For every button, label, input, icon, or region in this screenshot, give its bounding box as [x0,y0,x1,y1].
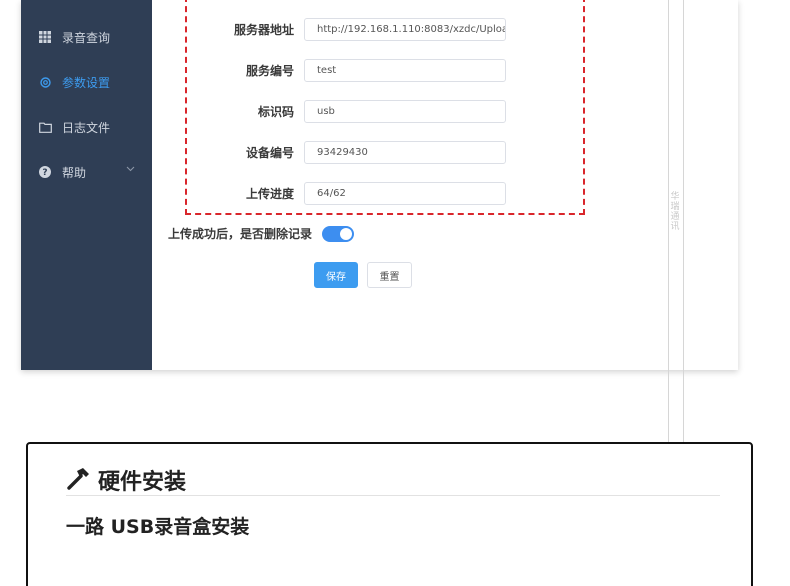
service-number-row: 服务编号 test [152,58,506,82]
sidebar-item-recordings[interactable]: 录音查询 [21,22,152,52]
gear-icon [38,75,52,89]
save-button[interactable]: 保存 [314,262,358,288]
side-note: 华瑞通讯 [670,192,680,232]
delete-after-upload-row: 上传成功后，是否删除记录 [168,225,355,242]
upload-progress-input[interactable]: 64/62 [304,181,506,205]
card-title: 硬件安装 [98,469,187,495]
server-address-input[interactable]: http://192.168.1.110:8083/xzdc/Upload [304,17,506,41]
delete-after-upload-toggle[interactable] [322,225,355,242]
hardware-install-card: 硬件安装 一路 USB录音盒安装 [26,442,753,586]
identifier-input[interactable]: usb [304,99,506,123]
card-header: 硬件安装 [66,464,720,496]
upload-progress-row: 上传进度 64/62 [152,181,506,205]
server-address-row: 服务器地址 http://192.168.1.110:8083/xzdc/Upl… [152,17,506,41]
settings-panel: 服务器地址 http://192.168.1.110:8083/xzdc/Upl… [152,0,738,370]
service-number-label: 服务编号 [245,63,294,78]
sidebar-item-label: 参数设置 [62,75,111,90]
delete-after-upload-label: 上传成功后，是否删除记录 [168,227,313,241]
grid-icon [38,30,52,44]
svg-text:?: ? [42,168,47,178]
device-number-row: 设备编号 93429430 [152,140,506,164]
identifier-row: 标识码 usb [152,99,506,123]
sidebar-item-logs[interactable]: 日志文件 [21,112,152,142]
device-number-input[interactable]: 93429430 [304,140,506,164]
sidebar: 录音查询 参数设置 日志文件 ? 帮助 [21,0,152,370]
hammer-icon [66,466,92,494]
app-screenshot: 录音查询 参数设置 日志文件 ? 帮助 服务器地址 http://192.168… [21,0,738,370]
sidebar-item-help[interactable]: ? 帮助 [21,157,152,187]
server-address-label: 服务器地址 [233,22,294,37]
sidebar-item-label: 录音查询 [62,30,111,45]
sidebar-item-settings[interactable]: 参数设置 [21,67,152,97]
help-icon: ? [38,165,52,179]
chevron-down-icon [126,165,135,175]
toggle-knob [340,227,353,240]
identifier-label: 标识码 [257,104,294,119]
sidebar-item-label: 帮助 [62,165,87,180]
upload-progress-label: 上传进度 [245,186,294,201]
card-subtitle: 一路 USB录音盒安装 [66,516,250,538]
folder-icon [38,120,52,134]
sidebar-item-label: 日志文件 [62,120,111,135]
service-number-input[interactable]: test [304,58,506,82]
device-number-label: 设备编号 [245,145,294,160]
reset-button[interactable]: 重置 [367,262,412,288]
